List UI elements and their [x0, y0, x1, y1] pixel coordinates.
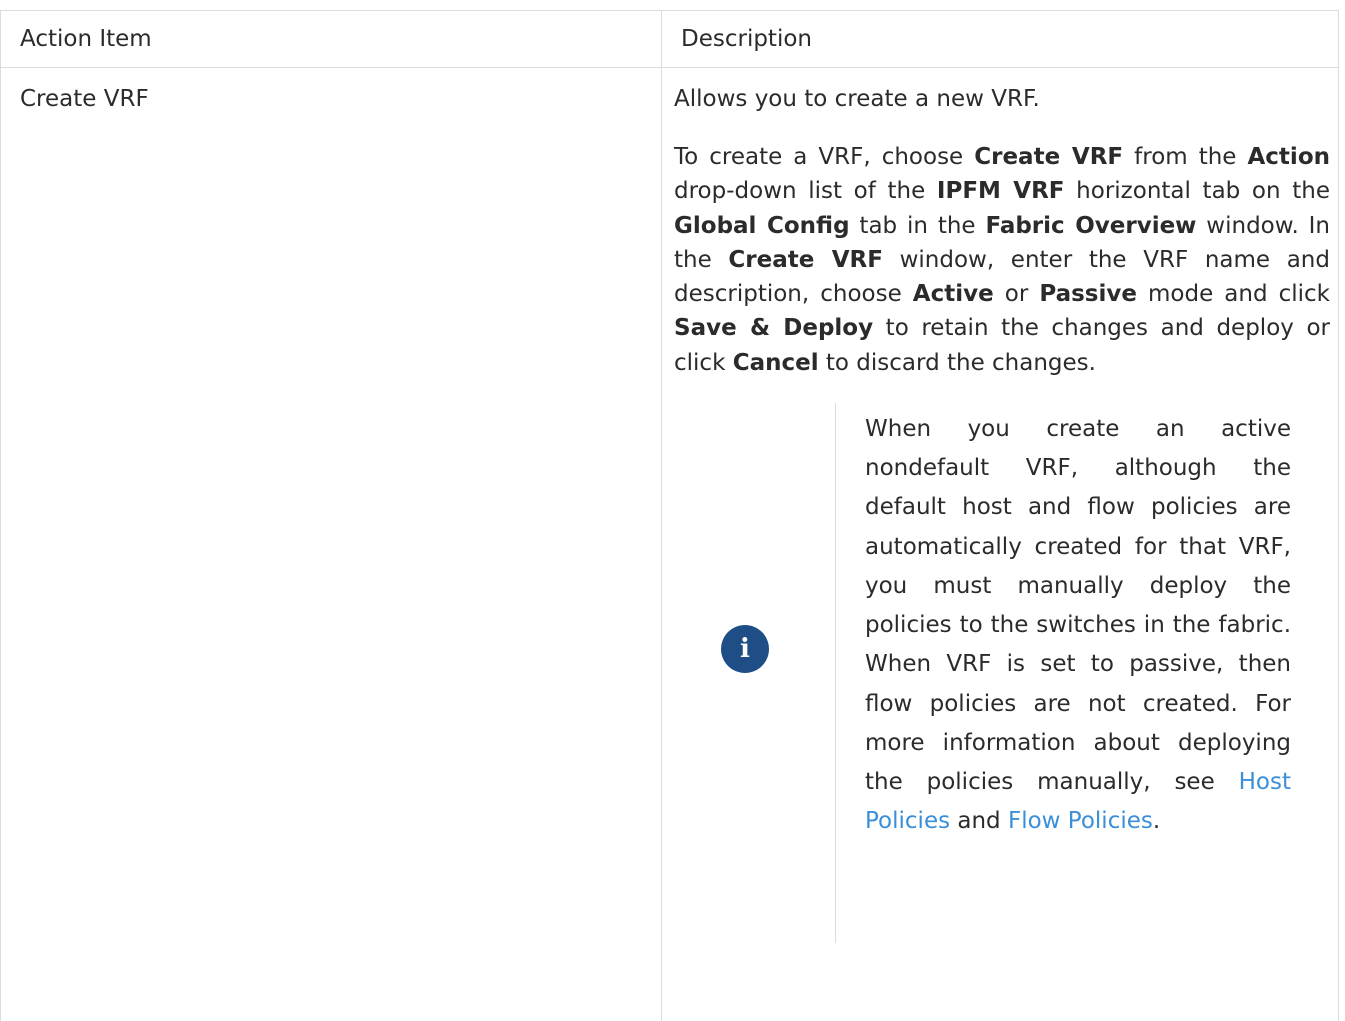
note-icon-column: i — [674, 403, 836, 944]
steps-text: to discard the changes. — [818, 349, 1096, 376]
ui-term-cancel: Cancel — [732, 349, 819, 376]
steps-text: tab in the — [849, 212, 986, 239]
note-body: and — [950, 808, 1008, 835]
ui-term-save-deploy: Save & Deploy — [674, 315, 874, 342]
note-text: When you create an active nondefault VRF… — [836, 403, 1291, 943]
steps-text: from the — [1123, 144, 1248, 170]
description-cell: Allows you to create a new VRF. To creat… — [661, 67, 1339, 1021]
ui-term-ipfm-vrf: IPFM VRF — [936, 178, 1065, 205]
steps-text: or — [993, 281, 1040, 308]
table-row: Create VRF Allows you to create a new VR… — [0, 67, 1339, 1021]
ui-term-fabric-overview: Fabric Overview — [985, 212, 1197, 239]
flow-policies-link[interactable]: Flow Policies — [1008, 808, 1153, 834]
ui-term-global-config: Global Config — [674, 212, 850, 239]
ui-term-active: Active — [912, 281, 994, 308]
note-body: When you create an active nondefault VRF… — [865, 416, 1291, 795]
info-note: i When you create an active nondefault V… — [674, 403, 1330, 944]
description-steps: To create a VRF, choose Create VRF from … — [674, 140, 1330, 380]
info-icon: i — [721, 625, 769, 674]
ui-term-create-vrf-window: Create VRF — [728, 246, 883, 273]
header-action-item: Action Item — [0, 10, 662, 68]
action-item-cell: Create VRF — [0, 67, 662, 1021]
ui-term-passive: Passive — [1039, 281, 1137, 308]
steps-text: horizontal tab on the — [1064, 178, 1330, 205]
steps-text: To create a VRF, choose — [674, 144, 975, 170]
steps-text: drop-down list of the — [674, 178, 937, 205]
action-items-table: Action Item Description Create VRF Allow… — [0, 10, 1339, 1021]
steps-text: mode and click — [1136, 281, 1330, 308]
table-header-row: Action Item Description — [0, 10, 1339, 68]
ui-term-action: Action — [1247, 144, 1331, 170]
header-description: Description — [661, 10, 1339, 68]
note-body: . — [1152, 808, 1161, 835]
ui-term-create-vrf: Create VRF — [974, 144, 1124, 170]
description-summary: Allows you to create a new VRF. — [674, 86, 1040, 112]
